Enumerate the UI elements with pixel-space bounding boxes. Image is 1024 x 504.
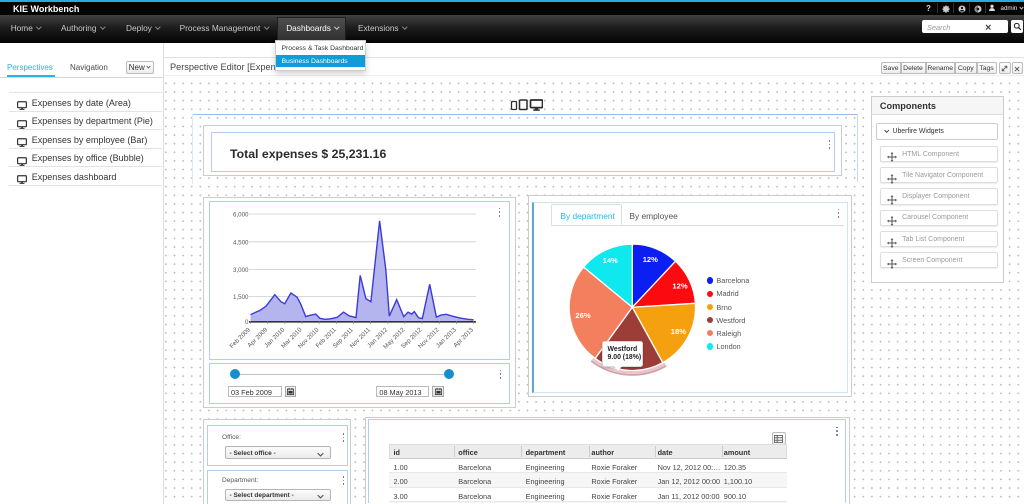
svg-text:12%: 12%: [643, 255, 658, 264]
svg-text:18%: 18%: [671, 327, 686, 336]
svg-text:14%: 14%: [603, 256, 618, 265]
svg-text:12%: 12%: [672, 282, 687, 291]
svg-text:26%: 26%: [575, 311, 590, 320]
svg-text:6,000: 6,000: [233, 212, 249, 219]
svg-text:1,500: 1,500: [233, 294, 249, 301]
svg-text:3,000: 3,000: [233, 267, 249, 274]
svg-text:4,500: 4,500: [233, 239, 249, 246]
svg-text:0: 0: [245, 319, 249, 326]
